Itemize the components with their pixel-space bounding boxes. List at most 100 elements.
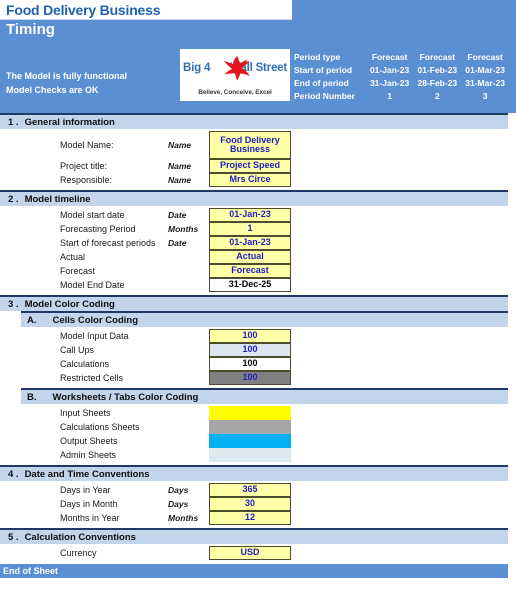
- period-value-cell: 01-Feb-23: [417, 64, 458, 75]
- period-table-row: Start of period 01-Jan-23 01-Feb-23 01-Mar-…: [293, 63, 509, 76]
- row-label-forecast: Forecast: [60, 265, 96, 276]
- end-of-sheet-label: End of Sheet: [3, 566, 59, 576]
- value-cell-days-in-month[interactable]: 30: [209, 497, 291, 511]
- period-summary-table: Period type Forecast Forecast Forecast Start…: [293, 50, 509, 102]
- end-of-sheet-bar: End of Sheet: [0, 564, 508, 578]
- value-cell-model-input-data[interactable]: 100: [209, 329, 291, 343]
- tab-color-swatch-calculations-sheets: [209, 420, 291, 434]
- section-number: 4 .: [8, 468, 19, 480]
- logo-text-left: Big 4: [183, 62, 211, 74]
- section-number: 3 .: [8, 298, 19, 310]
- model-title-cell: Food Delivery Business: [0, 0, 292, 20]
- period-row-label: Period type: [294, 51, 341, 62]
- period-table-body: Period type Forecast Forecast Forecast Start…: [293, 50, 509, 102]
- value-cell-restricted-cells[interactable]: 100: [209, 371, 291, 385]
- row-label-currency: Currency: [60, 547, 97, 558]
- section-number: A.: [27, 314, 37, 326]
- value-cell-responsible[interactable]: Mrs Circe: [209, 173, 291, 187]
- period-row-label: Start of period: [294, 64, 353, 75]
- row-label-days-in-year: Days in Year: [60, 484, 111, 495]
- sheet-banner: Food Delivery Business Timing The Model …: [0, 0, 516, 113]
- row-label-calculations-sheets: Calculations Sheets: [60, 421, 140, 432]
- row-label-days-in-month: Days in Month: [60, 498, 118, 509]
- row-unit: Date: [168, 237, 187, 248]
- row-label-actual: Actual: [60, 251, 86, 262]
- period-value-cell: 3: [482, 90, 488, 101]
- row-unit: Name: [168, 174, 192, 185]
- value-cell-model-start-date[interactable]: 01-Jan-23: [209, 208, 291, 222]
- period-table-row: Period type Forecast Forecast Forecast: [293, 50, 509, 63]
- row-unit: Days: [168, 484, 189, 495]
- value-cell-model-name[interactable]: Food Delivery Business: [209, 131, 291, 159]
- value-cell-call-ups[interactable]: 100: [209, 343, 291, 357]
- eagle-icon: [224, 55, 250, 81]
- row-label-output-sheets: Output Sheets: [60, 435, 118, 446]
- section-header-date-and-time-conventions: 4 . Date and Time Conventions: [0, 465, 508, 481]
- period-value-cell: Forecast: [371, 51, 408, 62]
- model-title: Food Delivery Business: [6, 1, 161, 18]
- period-value-cell: 28-Feb-23: [417, 77, 458, 88]
- section-header-worksheets-tabs-color-coding: B. Worksheets / Tabs Color Coding: [21, 388, 508, 404]
- section-number: 5 .: [8, 531, 19, 543]
- section-title: Model Color Coding: [24, 298, 115, 310]
- period-table-row: Period Number 1 2 3: [293, 89, 509, 102]
- tab-color-swatch-admin-sheets: [209, 448, 291, 462]
- period-row-label: Period Number: [294, 90, 355, 101]
- section-title: Model timeline: [24, 193, 91, 205]
- value-cell-currency[interactable]: USD: [209, 546, 291, 560]
- row-unit: Name: [168, 139, 192, 150]
- row-label-months-in-year: Months in Year: [60, 512, 120, 523]
- period-value-cell: 1: [387, 90, 392, 101]
- row-label-start-of-forecast-periods: Start of forecast periods: [60, 237, 156, 248]
- period-row-label: End of period: [294, 77, 349, 88]
- value-cell-forecast[interactable]: Forecast: [209, 264, 291, 278]
- section-title: General information: [24, 116, 115, 128]
- row-label-restricted-cells: Restricted Cells: [60, 372, 124, 383]
- status-model-checks: Model Checks are OK: [6, 85, 99, 95]
- row-unit: Days: [168, 498, 189, 509]
- section-header-calculation-conventions: 5 . Calculation Conventions: [0, 528, 508, 544]
- row-label-calculations: Calculations: [60, 358, 110, 369]
- row-label-model-end-date: Model End Date: [60, 279, 125, 290]
- value-cell-project-title[interactable]: Project Speed: [209, 159, 291, 173]
- company-logo: Big 4 Wall Street Believe, Conceive, Exce…: [180, 49, 290, 101]
- row-unit: Months: [168, 223, 199, 234]
- row-label-call-ups: Call Ups: [60, 344, 95, 355]
- sheet-name: Timing: [6, 21, 55, 38]
- value-cell-actual[interactable]: Actual: [209, 250, 291, 264]
- row-unit: Name: [168, 160, 192, 171]
- section-number: B.: [27, 391, 37, 403]
- section-title: Date and Time Conventions: [24, 468, 150, 480]
- section-header-cells-color-coding: A. Cells Color Coding: [21, 311, 508, 327]
- period-value-cell: 31-Jan-23: [369, 77, 410, 88]
- status-model-functional: The Model is fully functional: [6, 71, 128, 81]
- row-label-responsible: Responsible:: [60, 174, 113, 185]
- section-title: Worksheets / Tabs Color Coding: [52, 391, 199, 403]
- row-label-model-name: Model Name:: [60, 139, 114, 150]
- value-cell-forecasting-period[interactable]: 1: [209, 222, 291, 236]
- row-label-forecasting-period: Forecasting Period: [60, 223, 136, 234]
- section-number: 1 .: [8, 116, 19, 128]
- value-cell-model-end-date[interactable]: 31-Dec-25: [209, 278, 291, 292]
- section-header-model-timeline: 2 . Model timeline: [0, 190, 508, 206]
- row-unit: Date: [168, 209, 187, 220]
- value-cell-days-in-year[interactable]: 365: [209, 483, 291, 497]
- section-number: 2 .: [8, 193, 19, 205]
- period-table-row: End of period 31-Jan-23 28-Feb-23 31-Mar-23: [293, 76, 509, 89]
- value-cell-calculations[interactable]: 100: [209, 357, 291, 371]
- section-title: Cells Color Coding: [52, 314, 139, 326]
- tab-color-swatch-input-sheets: [209, 406, 291, 420]
- period-value-cell: 31-Mar-23: [465, 77, 505, 88]
- period-value-cell: Forecast: [419, 51, 456, 62]
- row-unit: Months: [168, 512, 199, 523]
- row-label-model-start-date: Model start date: [60, 209, 125, 220]
- period-value-cell: Forecast: [467, 51, 503, 62]
- section-title: Calculation Conventions: [24, 531, 136, 543]
- section-header-model-color-coding: 3 . Model Color Coding: [0, 295, 508, 311]
- tab-color-swatch-output-sheets: [209, 434, 291, 448]
- value-cell-start-of-forecast-periods[interactable]: 01-Jan-23: [209, 236, 291, 250]
- value-cell-months-in-year[interactable]: 12: [209, 511, 291, 525]
- period-value-cell: 01-Jan-23: [369, 64, 410, 75]
- row-label-admin-sheets: Admin Sheets: [60, 449, 117, 460]
- logo-tagline: Believe, Conceive, Excel: [198, 89, 272, 96]
